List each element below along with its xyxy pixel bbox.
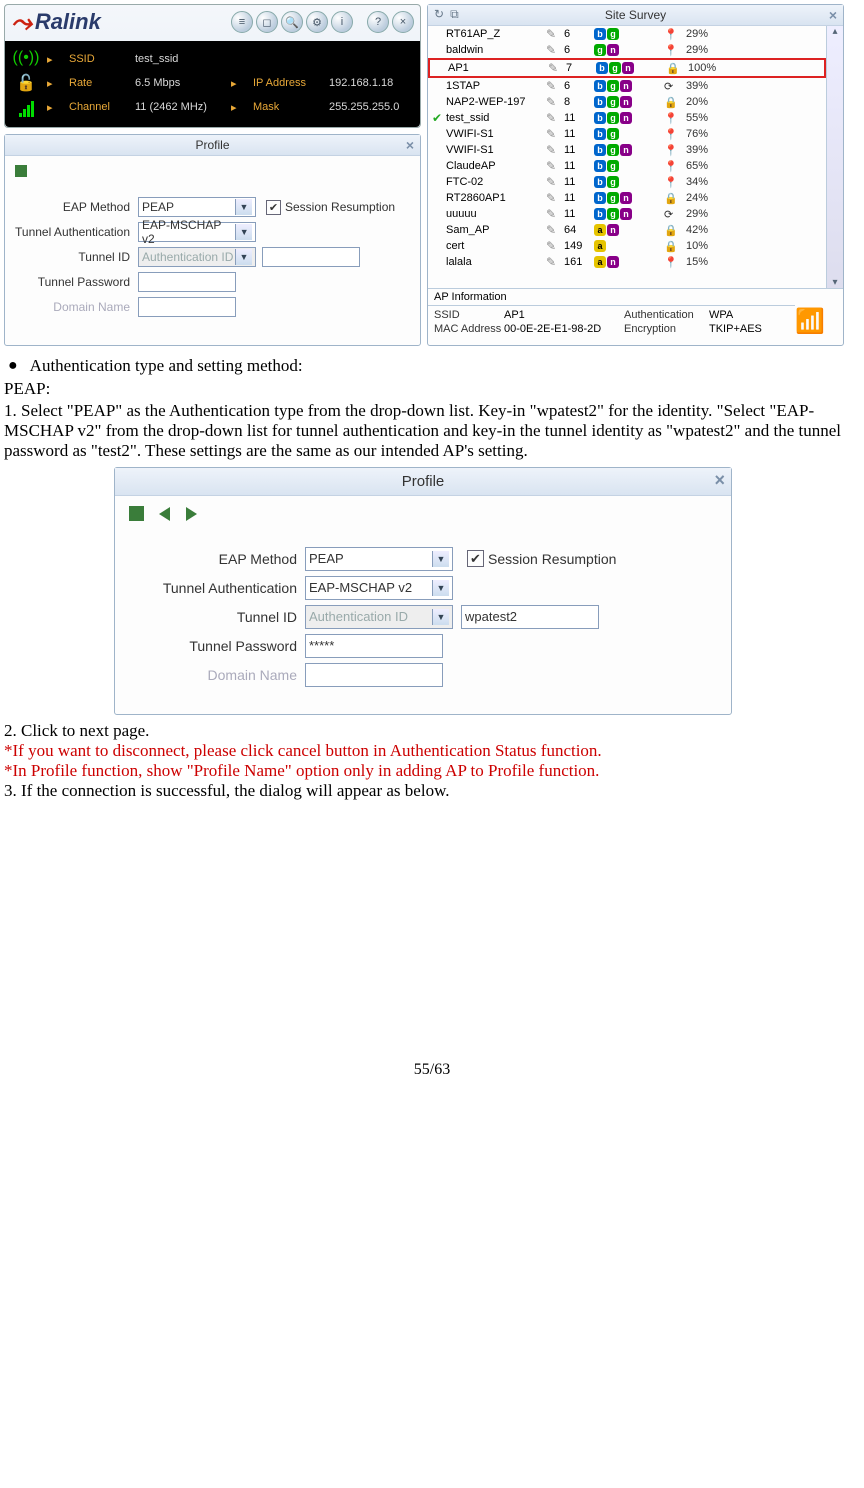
ralink-logo: ⤳Ralink xyxy=(11,9,101,35)
survey-row[interactable]: ✔test_ssid✎11bgn📍55% xyxy=(428,110,826,126)
note-1: *If you want to disconnect, please click… xyxy=(4,741,860,761)
site-survey-window: ↻ ⧉ Site Survey × RT61AP_Z✎6bg📍29%baldwi… xyxy=(427,4,844,346)
chevron-down-icon: ▼ xyxy=(235,249,252,265)
survey-row[interactable]: NAP2-WEP-197✎8bgn🔒20% xyxy=(428,94,826,110)
profile-tool-icon[interactable] xyxy=(129,506,144,521)
close-icon[interactable]: × xyxy=(714,470,725,491)
chevron-down-icon: ▼ xyxy=(432,609,449,625)
step-2: 2. Click to next page. xyxy=(4,721,860,741)
scrollbar[interactable]: ▴ ▾ xyxy=(826,26,843,288)
ralink-panel: ⤳Ralink ≡ ◻ 🔍 ⚙ i ? × ((•)) 🔓 xyxy=(4,4,421,128)
chevron-down-icon[interactable]: ▼ xyxy=(235,199,252,215)
session-resumption-checkbox[interactable]: ✔ xyxy=(467,550,484,567)
step-3: 3. If the connection is successful, the … xyxy=(4,781,860,801)
toolbar-help-icon[interactable]: ? xyxy=(367,11,389,33)
close-icon[interactable]: × xyxy=(829,7,837,23)
prev-arrow-icon[interactable] xyxy=(159,507,170,521)
page-number: 55/63 xyxy=(4,1061,860,1079)
tunnel-auth-select[interactable]: EAP-MSCHAP v2▼ xyxy=(305,576,453,600)
tunnel-id-type-select: Authentication ID▼ xyxy=(305,605,453,629)
session-resumption-checkbox[interactable]: ✔ xyxy=(266,200,281,215)
survey-row[interactable]: FTC-02✎11bg📍34% xyxy=(428,174,826,190)
site-survey-title: Site Survey xyxy=(605,8,666,22)
profile-title: Profile xyxy=(195,138,229,152)
toolbar-search-icon[interactable]: 🔍 xyxy=(281,11,303,33)
tunnel-id-label: Tunnel ID xyxy=(133,609,305,625)
bullet-icon: ● xyxy=(8,356,18,377)
profile-window-small: Profile × EAP Method PEAP▼ ✔ Session Res… xyxy=(4,134,421,346)
survey-row[interactable]: AP1✎7bgn🔒100% xyxy=(428,58,826,78)
tunnel-id-label: Tunnel ID xyxy=(15,250,138,264)
domain-name-label: Domain Name xyxy=(15,300,138,314)
toolbar-close-icon[interactable]: × xyxy=(392,11,414,33)
session-resumption-label: Session Resumption xyxy=(488,551,616,567)
next-arrow-icon[interactable] xyxy=(186,507,197,521)
survey-row[interactable]: RT2860AP1✎11bgn🔒24% xyxy=(428,190,826,206)
survey-row[interactable]: 1STAP✎6bgn⟳39% xyxy=(428,78,826,94)
peap-heading: PEAP: xyxy=(4,379,860,399)
refresh-icon[interactable]: ↻ xyxy=(434,7,444,22)
tunnel-id-input[interactable]: wpatest2 xyxy=(461,605,599,629)
chevron-down-icon[interactable]: ▼ xyxy=(432,551,449,567)
tunnel-auth-label: Tunnel Authentication xyxy=(15,225,138,239)
tunnel-auth-select[interactable]: EAP-MSCHAP v2▼ xyxy=(138,222,256,242)
session-resumption-label: Session Resumption xyxy=(285,200,395,214)
eap-method-label: EAP Method xyxy=(15,200,138,214)
eap-method-select[interactable]: PEAP▼ xyxy=(305,547,453,571)
auth-heading: Authentication type and setting method: xyxy=(30,356,303,376)
survey-row[interactable]: VWIFI-S1✎11bg📍76% xyxy=(428,126,826,142)
profile-title: Profile xyxy=(402,473,445,490)
note-2: *In Profile function, show "Profile Name… xyxy=(4,761,860,781)
tunnel-password-label: Tunnel Password xyxy=(15,275,138,289)
toolbar-info-icon[interactable]: i xyxy=(331,11,353,33)
tunnel-auth-label: Tunnel Authentication xyxy=(133,580,305,596)
survey-row[interactable]: ClaudeAP✎11bg📍65% xyxy=(428,158,826,174)
tunnel-password-input[interactable]: ***** xyxy=(305,634,443,658)
domain-name-label: Domain Name xyxy=(133,667,305,683)
tunnel-id-input[interactable] xyxy=(262,247,360,267)
survey-row[interactable]: RT61AP_Z✎6bg📍29% xyxy=(428,26,826,42)
survey-row[interactable]: VWIFI-S1✎11bgn📍39% xyxy=(428,142,826,158)
list-icon[interactable]: ⧉ xyxy=(450,7,459,22)
toolbar-list-icon[interactable]: ≡ xyxy=(231,11,253,33)
connection-info: ▸SSIDtest_ssid ▸Rate6.5 Mbps ▸IP Address… xyxy=(47,49,419,117)
chevron-down-icon[interactable]: ▼ xyxy=(235,224,252,240)
ap-info-header: AP Information xyxy=(428,288,843,305)
eap-method-select[interactable]: PEAP▼ xyxy=(138,197,256,217)
tunnel-id-type-select: Authentication ID▼ xyxy=(138,247,256,267)
antenna-icon: ((•)) xyxy=(13,49,40,67)
survey-row[interactable]: Sam_AP✎64an🔒42% xyxy=(428,222,826,238)
domain-name-input[interactable] xyxy=(305,663,443,687)
eap-method-label: EAP Method xyxy=(133,551,305,567)
chevron-down-icon[interactable]: ▼ xyxy=(432,580,449,596)
lock-open-icon: 🔓 xyxy=(16,73,36,93)
survey-row[interactable]: cert✎149a🔒10% xyxy=(428,238,826,254)
ap-info: SSIDAP1 AuthenticationWPA MAC Address00-… xyxy=(428,305,795,338)
toolbar-gear-icon[interactable]: ⚙ xyxy=(306,11,328,33)
tunnel-password-input[interactable] xyxy=(138,272,236,292)
signal-bars xyxy=(19,99,34,117)
survey-list[interactable]: RT61AP_Z✎6bg📍29%baldwin✎6gn📍29%AP1✎7bgn🔒… xyxy=(428,26,826,288)
wifi-icon: 📶 xyxy=(795,307,825,336)
survey-row[interactable]: lalala✎161an📍15% xyxy=(428,254,826,270)
profile-window-big: Profile × EAP Method PEAP▼ ✔ Session Res… xyxy=(114,467,732,715)
close-icon[interactable]: × xyxy=(406,137,414,153)
tunnel-password-label: Tunnel Password xyxy=(133,638,305,654)
survey-row[interactable]: baldwin✎6gn📍29% xyxy=(428,42,826,58)
domain-name-input[interactable] xyxy=(138,297,236,317)
step-1: 1. Select "PEAP" as the Authentication t… xyxy=(4,401,860,461)
survey-row[interactable]: uuuuu✎11bgn⟳29% xyxy=(428,206,826,222)
profile-tool-icon[interactable] xyxy=(15,165,27,177)
toolbar-stop-icon[interactable]: ◻ xyxy=(256,11,278,33)
